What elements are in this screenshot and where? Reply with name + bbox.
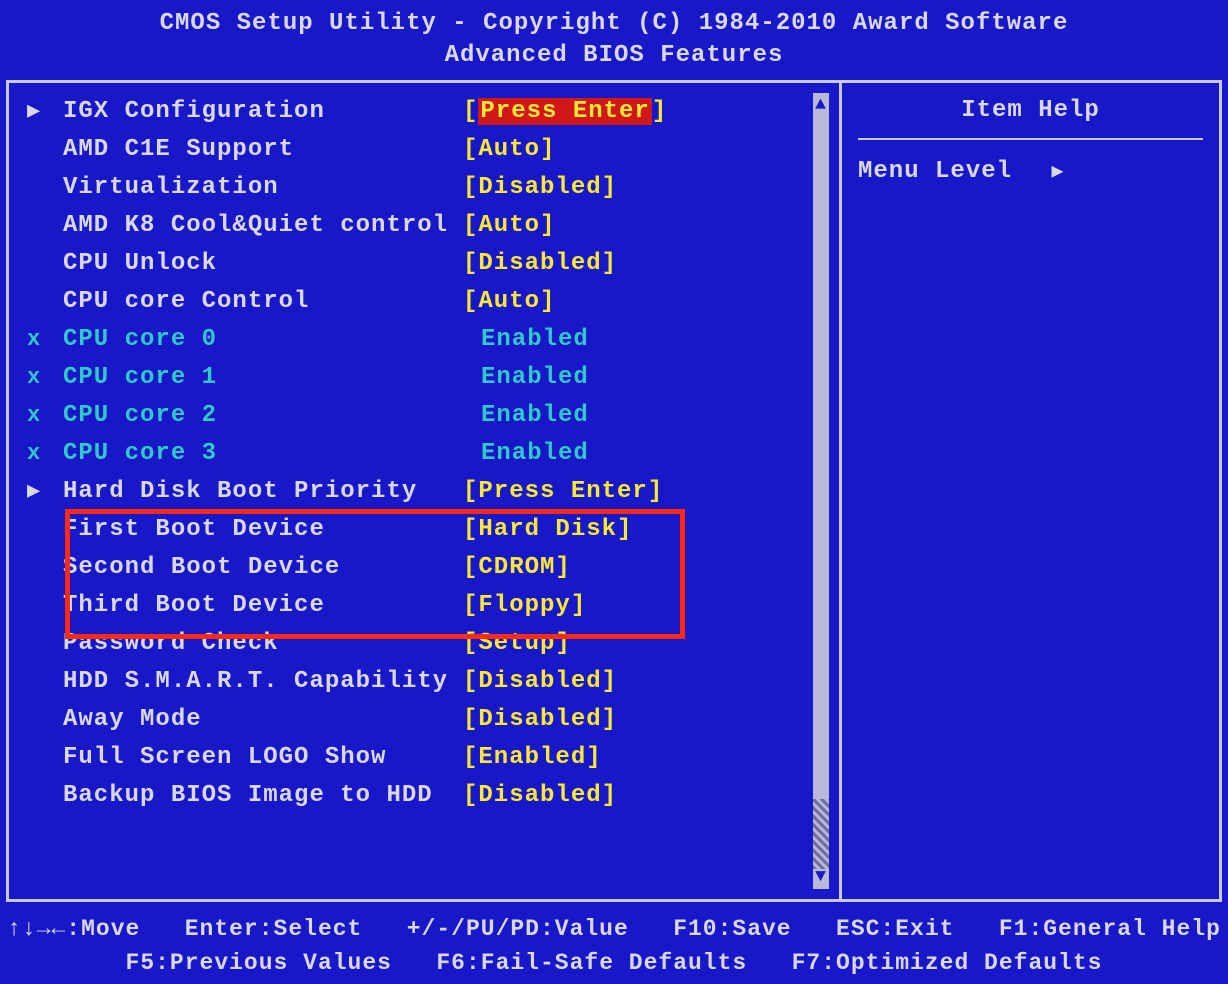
marker-blank: [27, 549, 63, 587]
marker-blank: [27, 207, 63, 245]
setting-value[interactable]: [Disabled]: [463, 663, 617, 701]
footer-line2: F5:Previous Values F6:Fail-Safe Defaults…: [126, 950, 1103, 976]
marker-blank: [27, 663, 63, 701]
setting-label: IGX Configuration: [63, 93, 463, 131]
setting-row: xCPU core 0Enabled: [27, 321, 807, 359]
setting-label: Backup BIOS Image to HDD: [63, 777, 463, 815]
setting-row[interactable]: ▶IGX Configuration[Press Enter]: [27, 93, 807, 131]
marker-blank: [27, 169, 63, 207]
marker-blank: [27, 625, 63, 663]
help-pane: Item Help Menu Level ▶: [839, 83, 1219, 899]
setting-label: CPU core 1: [63, 359, 463, 397]
marker-blank: [27, 511, 63, 549]
menu-level-arrow-icon: ▶: [1051, 161, 1064, 184]
menu-level: Menu Level ▶: [858, 158, 1203, 185]
setting-label: HDD S.M.A.R.T. Capability: [63, 663, 463, 701]
setting-row: xCPU core 3Enabled: [27, 435, 807, 473]
marker-blank: [27, 587, 63, 625]
setting-label: Second Boot Device: [63, 549, 463, 587]
setting-label: Away Mode: [63, 701, 463, 739]
setting-value: Enabled: [463, 359, 589, 397]
marker-blank: [27, 283, 63, 321]
scroll-down-icon[interactable]: ▼: [815, 869, 827, 885]
disabled-x-icon: x: [27, 359, 63, 397]
setting-value[interactable]: [Setup]: [463, 625, 571, 663]
setting-label: CPU core 2: [63, 397, 463, 435]
setting-row[interactable]: AMD C1E Support[Auto]: [27, 131, 807, 169]
disabled-x-icon: x: [27, 435, 63, 473]
header-page-title: Advanced BIOS Features: [6, 40, 1222, 72]
help-title: Item Help: [858, 97, 1203, 140]
scroll-thumb[interactable]: [813, 799, 829, 869]
setting-label: CPU Unlock: [63, 245, 463, 283]
marker-blank: [27, 701, 63, 739]
setting-value[interactable]: [Hard Disk]: [463, 511, 632, 549]
setting-row[interactable]: Virtualization[Disabled]: [27, 169, 807, 207]
setting-label: CPU core 3: [63, 435, 463, 473]
setting-value[interactable]: [Auto]: [463, 131, 555, 169]
submenu-arrow-icon: ▶: [27, 93, 63, 131]
setting-value[interactable]: [Disabled]: [463, 701, 617, 739]
setting-value[interactable]: [Disabled]: [463, 245, 617, 283]
setting-row[interactable]: Third Boot Device[Floppy]: [27, 587, 807, 625]
setting-row[interactable]: First Boot Device[Hard Disk]: [27, 511, 807, 549]
main-panel: ▶IGX Configuration[Press Enter]AMD C1E S…: [6, 80, 1222, 902]
setting-label: First Boot Device: [63, 511, 463, 549]
setting-label: Virtualization: [63, 169, 463, 207]
setting-row[interactable]: Full Screen LOGO Show[Enabled]: [27, 739, 807, 777]
setting-row[interactable]: Away Mode[Disabled]: [27, 701, 807, 739]
setting-row[interactable]: Backup BIOS Image to HDD[Disabled]: [27, 777, 807, 815]
setting-row[interactable]: CPU Unlock[Disabled]: [27, 245, 807, 283]
setting-value[interactable]: [CDROM]: [463, 549, 571, 587]
disabled-x-icon: x: [27, 321, 63, 359]
marker-blank: [27, 739, 63, 777]
setting-row[interactable]: HDD S.M.A.R.T. Capability[Disabled]: [27, 663, 807, 701]
marker-blank: [27, 777, 63, 815]
setting-row: xCPU core 1Enabled: [27, 359, 807, 397]
settings-list[interactable]: ▶IGX Configuration[Press Enter]AMD C1E S…: [27, 93, 807, 889]
setting-value[interactable]: [Enabled]: [463, 739, 602, 777]
bios-screen: CMOS Setup Utility - Copyright (C) 1984-…: [0, 0, 1228, 984]
submenu-arrow-icon: ▶: [27, 473, 63, 511]
footer-line1: ↑↓→←:Move Enter:Select +/-/PU/PD:Value F…: [7, 916, 1221, 942]
setting-label: CPU core Control: [63, 283, 463, 321]
setting-row[interactable]: AMD K8 Cool&Quiet control[Auto]: [27, 207, 807, 245]
setting-label: CPU core 0: [63, 321, 463, 359]
scroll-up-icon[interactable]: ▲: [815, 97, 827, 113]
bios-header: CMOS Setup Utility - Copyright (C) 1984-…: [6, 4, 1222, 80]
footer-hints: ↑↓→←:Move Enter:Select +/-/PU/PD:Value F…: [6, 902, 1222, 984]
setting-value: Enabled: [463, 321, 589, 359]
setting-value[interactable]: [Disabled]: [463, 169, 617, 207]
setting-value[interactable]: [Disabled]: [463, 777, 617, 815]
settings-pane: ▶IGX Configuration[Press Enter]AMD C1E S…: [9, 83, 839, 899]
setting-label: AMD K8 Cool&Quiet control: [63, 207, 463, 245]
disabled-x-icon: x: [27, 397, 63, 435]
header-copyright: CMOS Setup Utility - Copyright (C) 1984-…: [6, 8, 1222, 40]
menu-level-label: Menu Level: [858, 158, 1012, 185]
marker-blank: [27, 245, 63, 283]
setting-label: Third Boot Device: [63, 587, 463, 625]
setting-value: Enabled: [463, 435, 589, 473]
setting-label: AMD C1E Support: [63, 131, 463, 169]
setting-row[interactable]: CPU core Control[Auto]: [27, 283, 807, 321]
setting-value[interactable]: [Auto]: [463, 207, 555, 245]
setting-label: Password Check: [63, 625, 463, 663]
setting-row[interactable]: ▶Hard Disk Boot Priority[Press Enter]: [27, 473, 807, 511]
setting-row[interactable]: Password Check[Setup]: [27, 625, 807, 663]
setting-value: Enabled: [463, 397, 589, 435]
marker-blank: [27, 131, 63, 169]
setting-value[interactable]: [Press Enter]: [463, 473, 663, 511]
setting-value[interactable]: [Press Enter]: [463, 93, 667, 131]
setting-label: Full Screen LOGO Show: [63, 739, 463, 777]
setting-label: Hard Disk Boot Priority: [63, 473, 463, 511]
scrollbar[interactable]: ▲ ▼: [813, 93, 829, 889]
setting-row[interactable]: Second Boot Device[CDROM]: [27, 549, 807, 587]
setting-row: xCPU core 2Enabled: [27, 397, 807, 435]
setting-value[interactable]: [Auto]: [463, 283, 555, 321]
setting-value[interactable]: [Floppy]: [463, 587, 586, 625]
